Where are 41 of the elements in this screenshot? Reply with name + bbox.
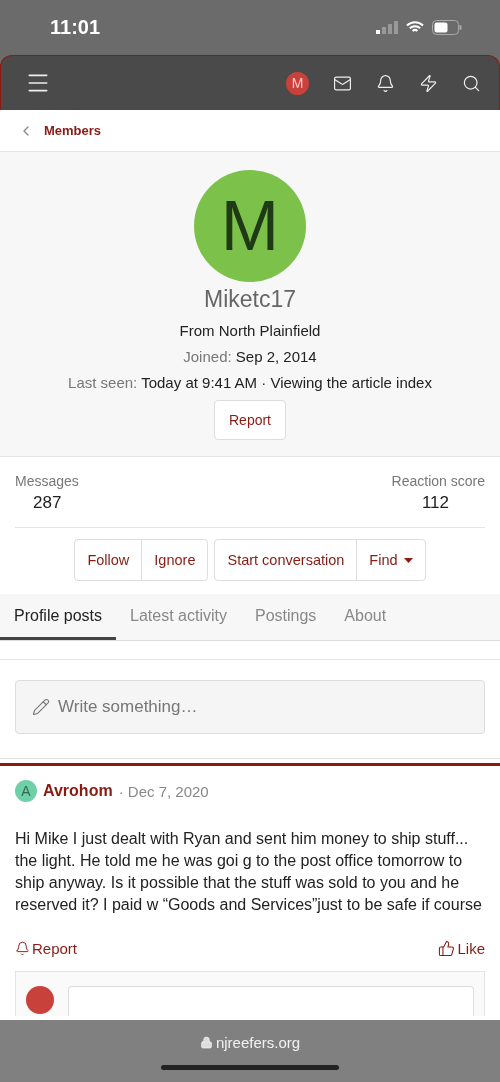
tab[interactable]: Profile posts [0,594,117,640]
username: Miketc17 [203,286,296,313]
stat-label: Messages [15,473,79,489]
battery-icon [432,20,462,35]
action-button[interactable]: Follow [75,540,142,580]
clock-time: 11:01 [50,16,101,39]
lightning-icon[interactable] [419,73,438,93]
post-input-field[interactable]: Write something… [15,680,485,734]
like-link[interactable]: Like [438,940,485,957]
action-button[interactable]: Find [356,540,425,580]
joined-date: Sep 2, 2014 [235,348,317,365]
location-text: From North Plainfield [179,322,321,339]
last-seen-label: Last seen: [68,374,138,391]
signal-icon [376,21,398,34]
stat-value: 287 [32,493,62,513]
author-avatar: A [15,780,37,802]
post-text: Hi Mike I just dealt with Ryan and sent him money to ship stuff... the light. He told me he was goi g to the post office tomorrow to ship anyway. Is it possible that the stuff was sold to you and he reserved it? I paid w “Goods and Services”just to be safe if course [15,829,483,915]
report-button[interactable]: Report [214,400,286,440]
report-link[interactable]: Report [15,940,78,957]
caret-icon [403,557,413,563]
joined-label: Joined: [183,348,232,365]
author-link[interactable]: Avrohom [43,782,113,800]
reply-field[interactable] [68,986,474,1016]
search-icon[interactable] [462,73,481,93]
last-seen-text: Today at 9:41 AM · Viewing the article index [141,374,432,391]
breadcrumb-link[interactable]: Members [44,123,102,138]
action-button[interactable]: Start conversation [215,540,357,580]
user-avatar[interactable]: M [286,71,309,95]
stat-label: Reaction score [391,473,485,489]
url-text[interactable]: njreefers.org [199,1034,301,1051]
reply-avatar [26,986,54,1014]
wifi-icon [406,21,424,34]
post-date: · Dec 7, 2020 [118,782,209,800]
action-button[interactable]: Ignore [141,540,208,580]
bell-icon[interactable] [376,73,395,93]
thumbs-up-icon [438,940,456,957]
pencil-icon [32,698,50,716]
profile-avatar: M [194,170,306,282]
lock-icon [199,1036,213,1049]
bell-icon [15,941,30,956]
stat-value: 112 [421,493,450,513]
